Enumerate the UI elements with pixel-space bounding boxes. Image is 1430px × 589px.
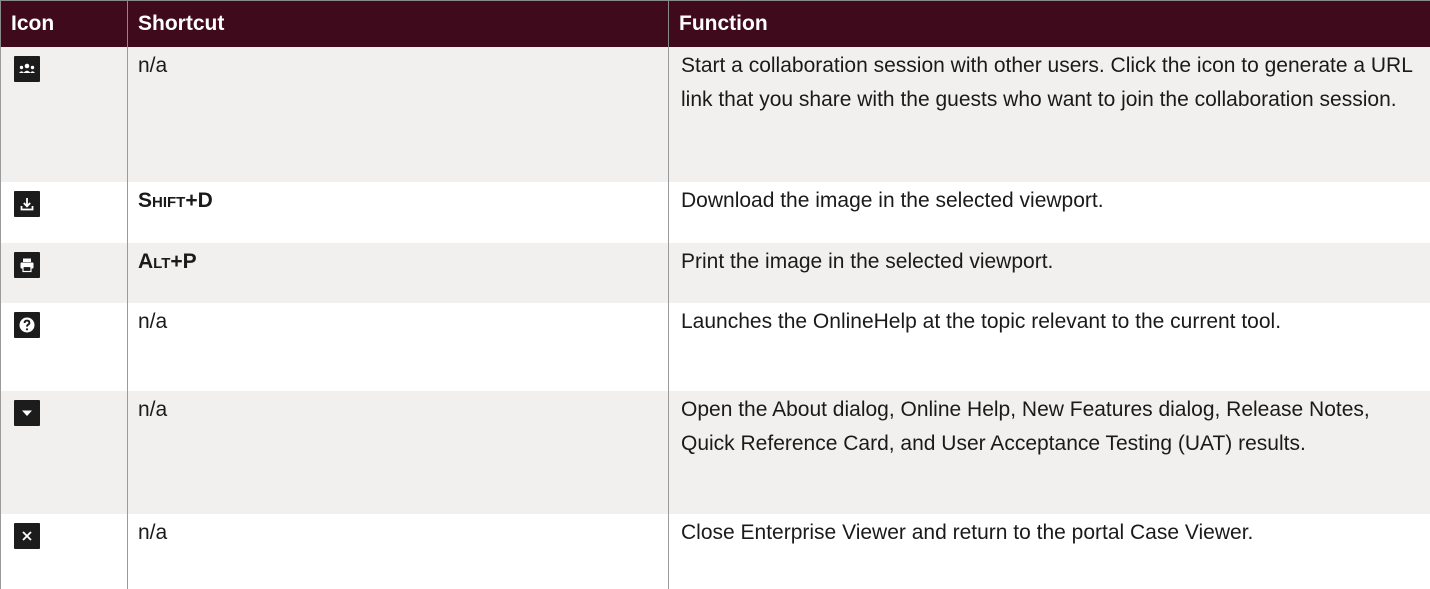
- function-cell: Start a collaboration session with other…: [669, 47, 1430, 182]
- header-icon: Icon: [1, 1, 128, 48]
- function-cell: Close Enterprise Viewer and return to th…: [669, 514, 1430, 589]
- shortcut-key-rest: +P: [170, 250, 196, 273]
- icon-cell: [1, 514, 128, 589]
- download-icon: [14, 191, 40, 217]
- table-row: SHIFT+D Download the image in the select…: [1, 182, 1430, 243]
- print-icon: [14, 252, 40, 278]
- table-row: n/a Launches the OnlineHelp at the topic…: [1, 303, 1430, 391]
- function-cell: Download the image in the selected viewp…: [669, 182, 1430, 243]
- icon-cell: [1, 391, 128, 514]
- collaboration-icon: [14, 56, 40, 82]
- shortcut-key-smallcaps: HIFT: [152, 194, 185, 211]
- header-function: Function: [669, 1, 1430, 48]
- shortcut-cell: ALT+P: [128, 243, 669, 303]
- function-cell: Print the image in the selected viewport…: [669, 243, 1430, 303]
- table-row: n/a Start a collaboration session with o…: [1, 47, 1430, 182]
- shortcut-cell: n/a: [128, 303, 669, 391]
- table-header-row: Icon Shortcut Function: [1, 1, 1430, 48]
- shortcut-cell: SHIFT+D: [128, 182, 669, 243]
- shortcut-cell: n/a: [128, 391, 669, 514]
- shortcut-key-rest: +D: [185, 189, 212, 212]
- table-row: n/a Close Enterprise Viewer and return t…: [1, 514, 1430, 589]
- shortcut-key-first: S: [138, 189, 152, 212]
- icon-cell: [1, 303, 128, 391]
- close-icon: [14, 523, 40, 549]
- dropdown-arrow-icon: [14, 400, 40, 426]
- header-shortcut: Shortcut: [128, 1, 669, 48]
- icon-cell: [1, 182, 128, 243]
- icon-cell: [1, 243, 128, 303]
- shortcut-table: Icon Shortcut Function n/a: [0, 0, 1430, 589]
- function-cell: Open the About dialog, Online Help, New …: [669, 391, 1430, 514]
- help-icon: [14, 312, 40, 338]
- table-row: n/a Open the About dialog, Online Help, …: [1, 391, 1430, 514]
- table-row: ALT+P Print the image in the selected vi…: [1, 243, 1430, 303]
- icon-cell: [1, 47, 128, 182]
- shortcut-key-first: A: [138, 250, 153, 273]
- shortcut-cell: n/a: [128, 47, 669, 182]
- shortcut-key-smallcaps: LT: [153, 255, 170, 272]
- function-cell: Launches the OnlineHelp at the topic rel…: [669, 303, 1430, 391]
- shortcut-cell: n/a: [128, 514, 669, 589]
